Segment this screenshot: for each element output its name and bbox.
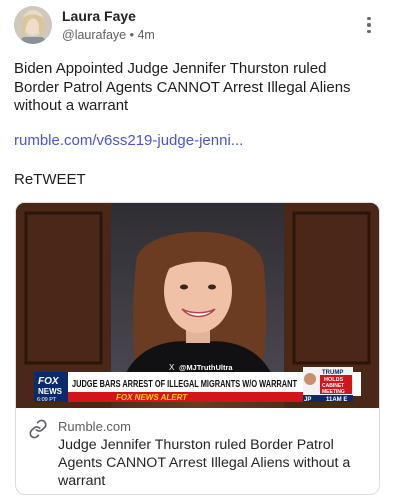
author-name[interactable]: Laura Faye [62,8,136,24]
clock: 6:09 PT [37,397,57,403]
author-handle[interactable]: @laurafaye [62,28,126,42]
news-screenshot: X @MJTruthUltra FOX NEWS 6:09 PT JUDGE B… [16,203,379,408]
alert-text: FOX NEWS ALERT [116,393,188,402]
fox-logo-sub: NEWS [38,387,63,396]
link-icon [29,419,47,439]
card-title[interactable]: Judge Jennifer Thurston ruled Border Pat… [58,436,370,490]
side-line2-text: MEETING [322,389,345,395]
meta-separator: • [129,28,134,42]
fox-logo: FOX [38,376,60,387]
author-meta: @laurafaye • 4m [62,28,155,42]
card-footer: Rumble.com Judge Jennifer Thurston ruled… [16,408,379,494]
avatar[interactable] [14,6,52,44]
post: Laura Faye @laurafaye • 4m Biden Appoint… [0,0,395,500]
x-logo-icon: X [169,363,175,372]
watermark-text: @MJTruthUltra [179,363,233,372]
post-time[interactable]: 4m [137,28,154,42]
preview-image[interactable]: X @MJTruthUltra FOX NEWS 6:09 PT JUDGE B… [16,203,379,408]
post-link[interactable]: rumble.com/v6ss219-judge-jenni... [14,132,243,149]
side-time-text: 11AM E [326,397,347,403]
card-domain: Rumble.com [58,419,131,434]
post-body: Biden Appointed Judge Jennifer Thurston … [14,60,351,114]
menu-dot [367,16,371,21]
chyron-headline: JUDGE BARS ARREST OF ILLEGAL MIGRANTS W/… [72,378,297,390]
avatar-image [14,6,52,44]
side-left-text: JP [304,397,311,403]
menu-dot [367,23,371,27]
retweet-text: ReTWEET [14,171,86,188]
link-preview-card[interactable]: X @MJTruthUltra FOX NEWS 6:09 PT JUDGE B… [15,202,380,495]
post-header: Laura Faye @laurafaye • 4m [14,6,381,46]
menu-dot [367,29,371,34]
more-vertical-icon[interactable] [359,12,379,38]
